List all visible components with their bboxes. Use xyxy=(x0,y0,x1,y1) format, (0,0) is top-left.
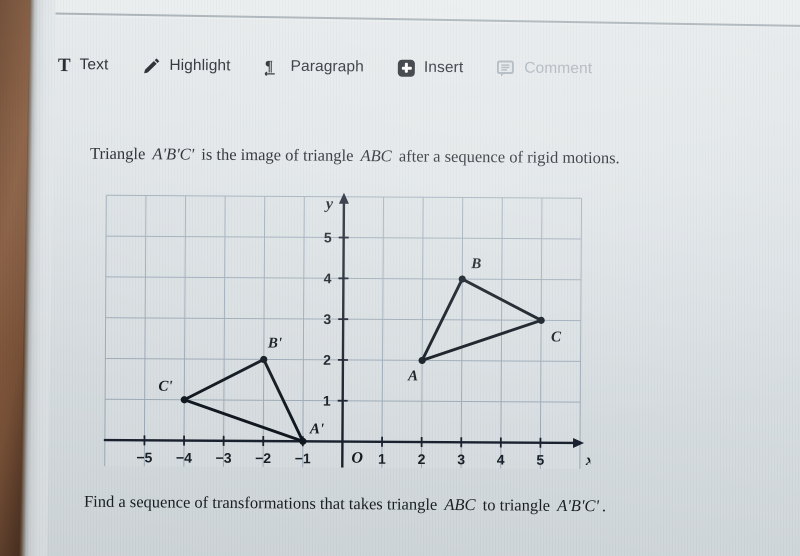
y-tick-label: 5 xyxy=(324,229,332,245)
vertex-point xyxy=(458,275,466,283)
y-tick-label: 3 xyxy=(323,311,331,327)
toolbar-item-text-label: Text xyxy=(79,56,109,74)
y-tick-label: 1 xyxy=(323,393,331,409)
toolbar-item-highlight-label: Highlight xyxy=(169,56,231,75)
screenshot-root: T Text Highlight ¶ Paragraph Insert Comm… xyxy=(0,0,800,556)
question-text-mid: to triangle xyxy=(482,495,551,515)
vertex-point xyxy=(537,316,545,324)
plus-box-icon xyxy=(397,59,415,77)
toolbar-item-comment[interactable]: Comment xyxy=(497,59,592,78)
question-text-pre: Find a sequence of transformations that … xyxy=(83,491,438,514)
vertex-label: C xyxy=(551,329,562,345)
vertex-label: B xyxy=(470,256,481,272)
y-tick-label: 2 xyxy=(323,352,331,368)
x-tick-label: 2 xyxy=(418,451,426,467)
pencil-icon xyxy=(142,57,160,75)
y-tick-label: 4 xyxy=(324,270,332,286)
statement-text-post: after a sequence of rigid motions. xyxy=(398,146,620,168)
vertex-point xyxy=(260,355,268,364)
x-tick-label: −4 xyxy=(176,450,192,466)
toolbar-item-text[interactable]: T Text xyxy=(57,54,109,76)
x-tick-label: 5 xyxy=(536,452,544,468)
vertex-label: C' xyxy=(158,379,172,395)
vertex-label: A xyxy=(407,368,418,384)
statement-figure-1: A'B'C' xyxy=(152,144,195,164)
origin-label: O xyxy=(351,450,363,467)
text-t-icon: T xyxy=(57,54,71,76)
question-figure-1: ABC xyxy=(444,494,476,515)
vertex-label: B' xyxy=(267,335,282,351)
statement-text-pre: Triangle xyxy=(89,143,146,164)
vertex-point xyxy=(299,437,307,445)
toolbar-item-paragraph-label: Paragraph xyxy=(290,57,364,76)
x-tick-label: 3 xyxy=(457,451,465,467)
y-axis-label: y xyxy=(324,196,334,213)
x-tick-label: −2 xyxy=(255,450,271,466)
question-text-post: . xyxy=(601,496,607,516)
vertex-point xyxy=(418,356,426,365)
x-tick-label: −3 xyxy=(216,450,232,466)
toolbar-item-insert-label: Insert xyxy=(423,58,464,77)
coordinate-plane-figure: −5 −4 −3 −2 −1 1 2 3 4 5 1 2 3 4 5 Ox y A B C A' B' C' xyxy=(90,186,592,470)
x-tick-label: −1 xyxy=(295,450,311,466)
coordinate-plane-svg: −5 −4 −3 −2 −1 1 2 3 4 512345O xyABCA'B'C' xyxy=(103,192,592,470)
toolbar-item-insert[interactable]: Insert xyxy=(397,58,464,78)
question-figure-2: A'B'C' xyxy=(557,495,600,516)
x-tick-label: 4 xyxy=(497,451,505,467)
vertex-label: A' xyxy=(309,421,324,437)
x-tick-label: −5 xyxy=(136,449,152,465)
vertex-point xyxy=(180,396,188,404)
statement-text-mid: is the image of triangle xyxy=(201,144,354,165)
annotation-toolbar: T Text Highlight ¶ Paragraph Insert Comm… xyxy=(58,48,678,87)
comment-icon xyxy=(497,59,515,77)
toolbar-item-comment-label: Comment xyxy=(524,59,593,78)
pilcrow-icon: ¶ xyxy=(264,58,282,76)
statement-figure-2: ABC xyxy=(360,146,392,166)
x-tick-label: 1 xyxy=(378,451,386,467)
toolbar-item-highlight[interactable]: Highlight xyxy=(142,56,231,76)
toolbar-item-paragraph[interactable]: ¶ Paragraph xyxy=(264,57,364,77)
